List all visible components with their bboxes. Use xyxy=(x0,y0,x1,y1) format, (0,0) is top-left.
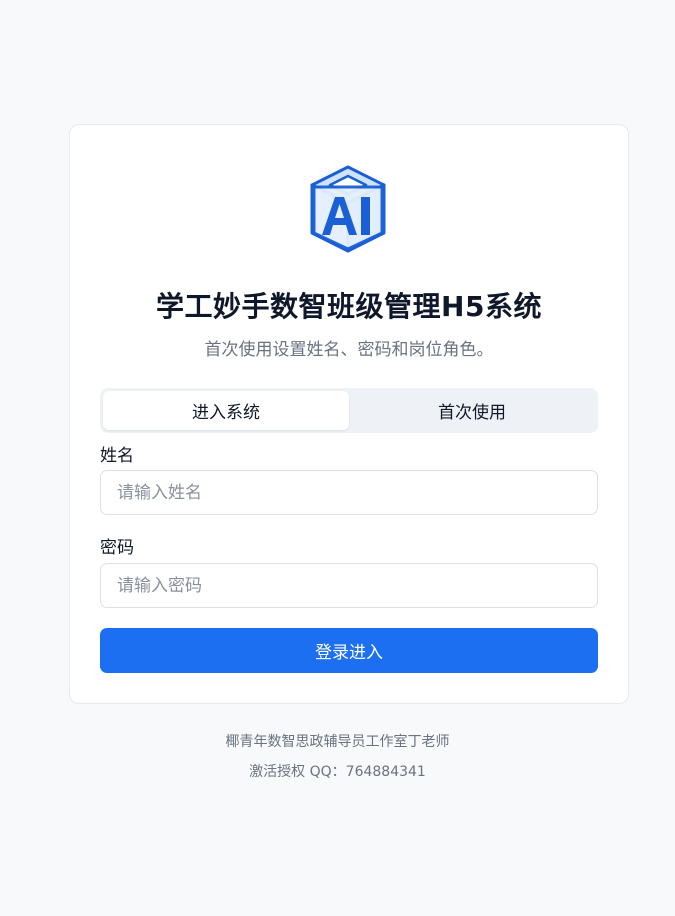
login-button[interactable]: 登录进入 xyxy=(100,628,598,673)
ai-cube-icon xyxy=(310,165,386,253)
page-title: 学工妙手数智班级管理H5系统 xyxy=(156,290,542,323)
login-card: 学工妙手数智班级管理H5系统 首次使用设置姓名、密码和岗位角色。 进入系统 首次… xyxy=(69,124,629,704)
page-subtitle: 首次使用设置姓名、密码和岗位角色。 xyxy=(204,340,494,360)
footer-credit: 椰青年数智思政辅导员工作室丁老师 xyxy=(225,734,450,750)
tab-enter-system[interactable]: 进入系统 xyxy=(103,391,349,430)
password-label: 密码 xyxy=(100,538,134,558)
tab-first-use[interactable]: 首次使用 xyxy=(349,391,595,430)
name-input[interactable] xyxy=(100,470,598,515)
auth-tabs: 进入系统 首次使用 xyxy=(100,388,598,433)
password-input[interactable] xyxy=(100,563,598,608)
name-label: 姓名 xyxy=(100,446,134,466)
footer-license: 激活授权 QQ：764884341 xyxy=(249,764,426,780)
